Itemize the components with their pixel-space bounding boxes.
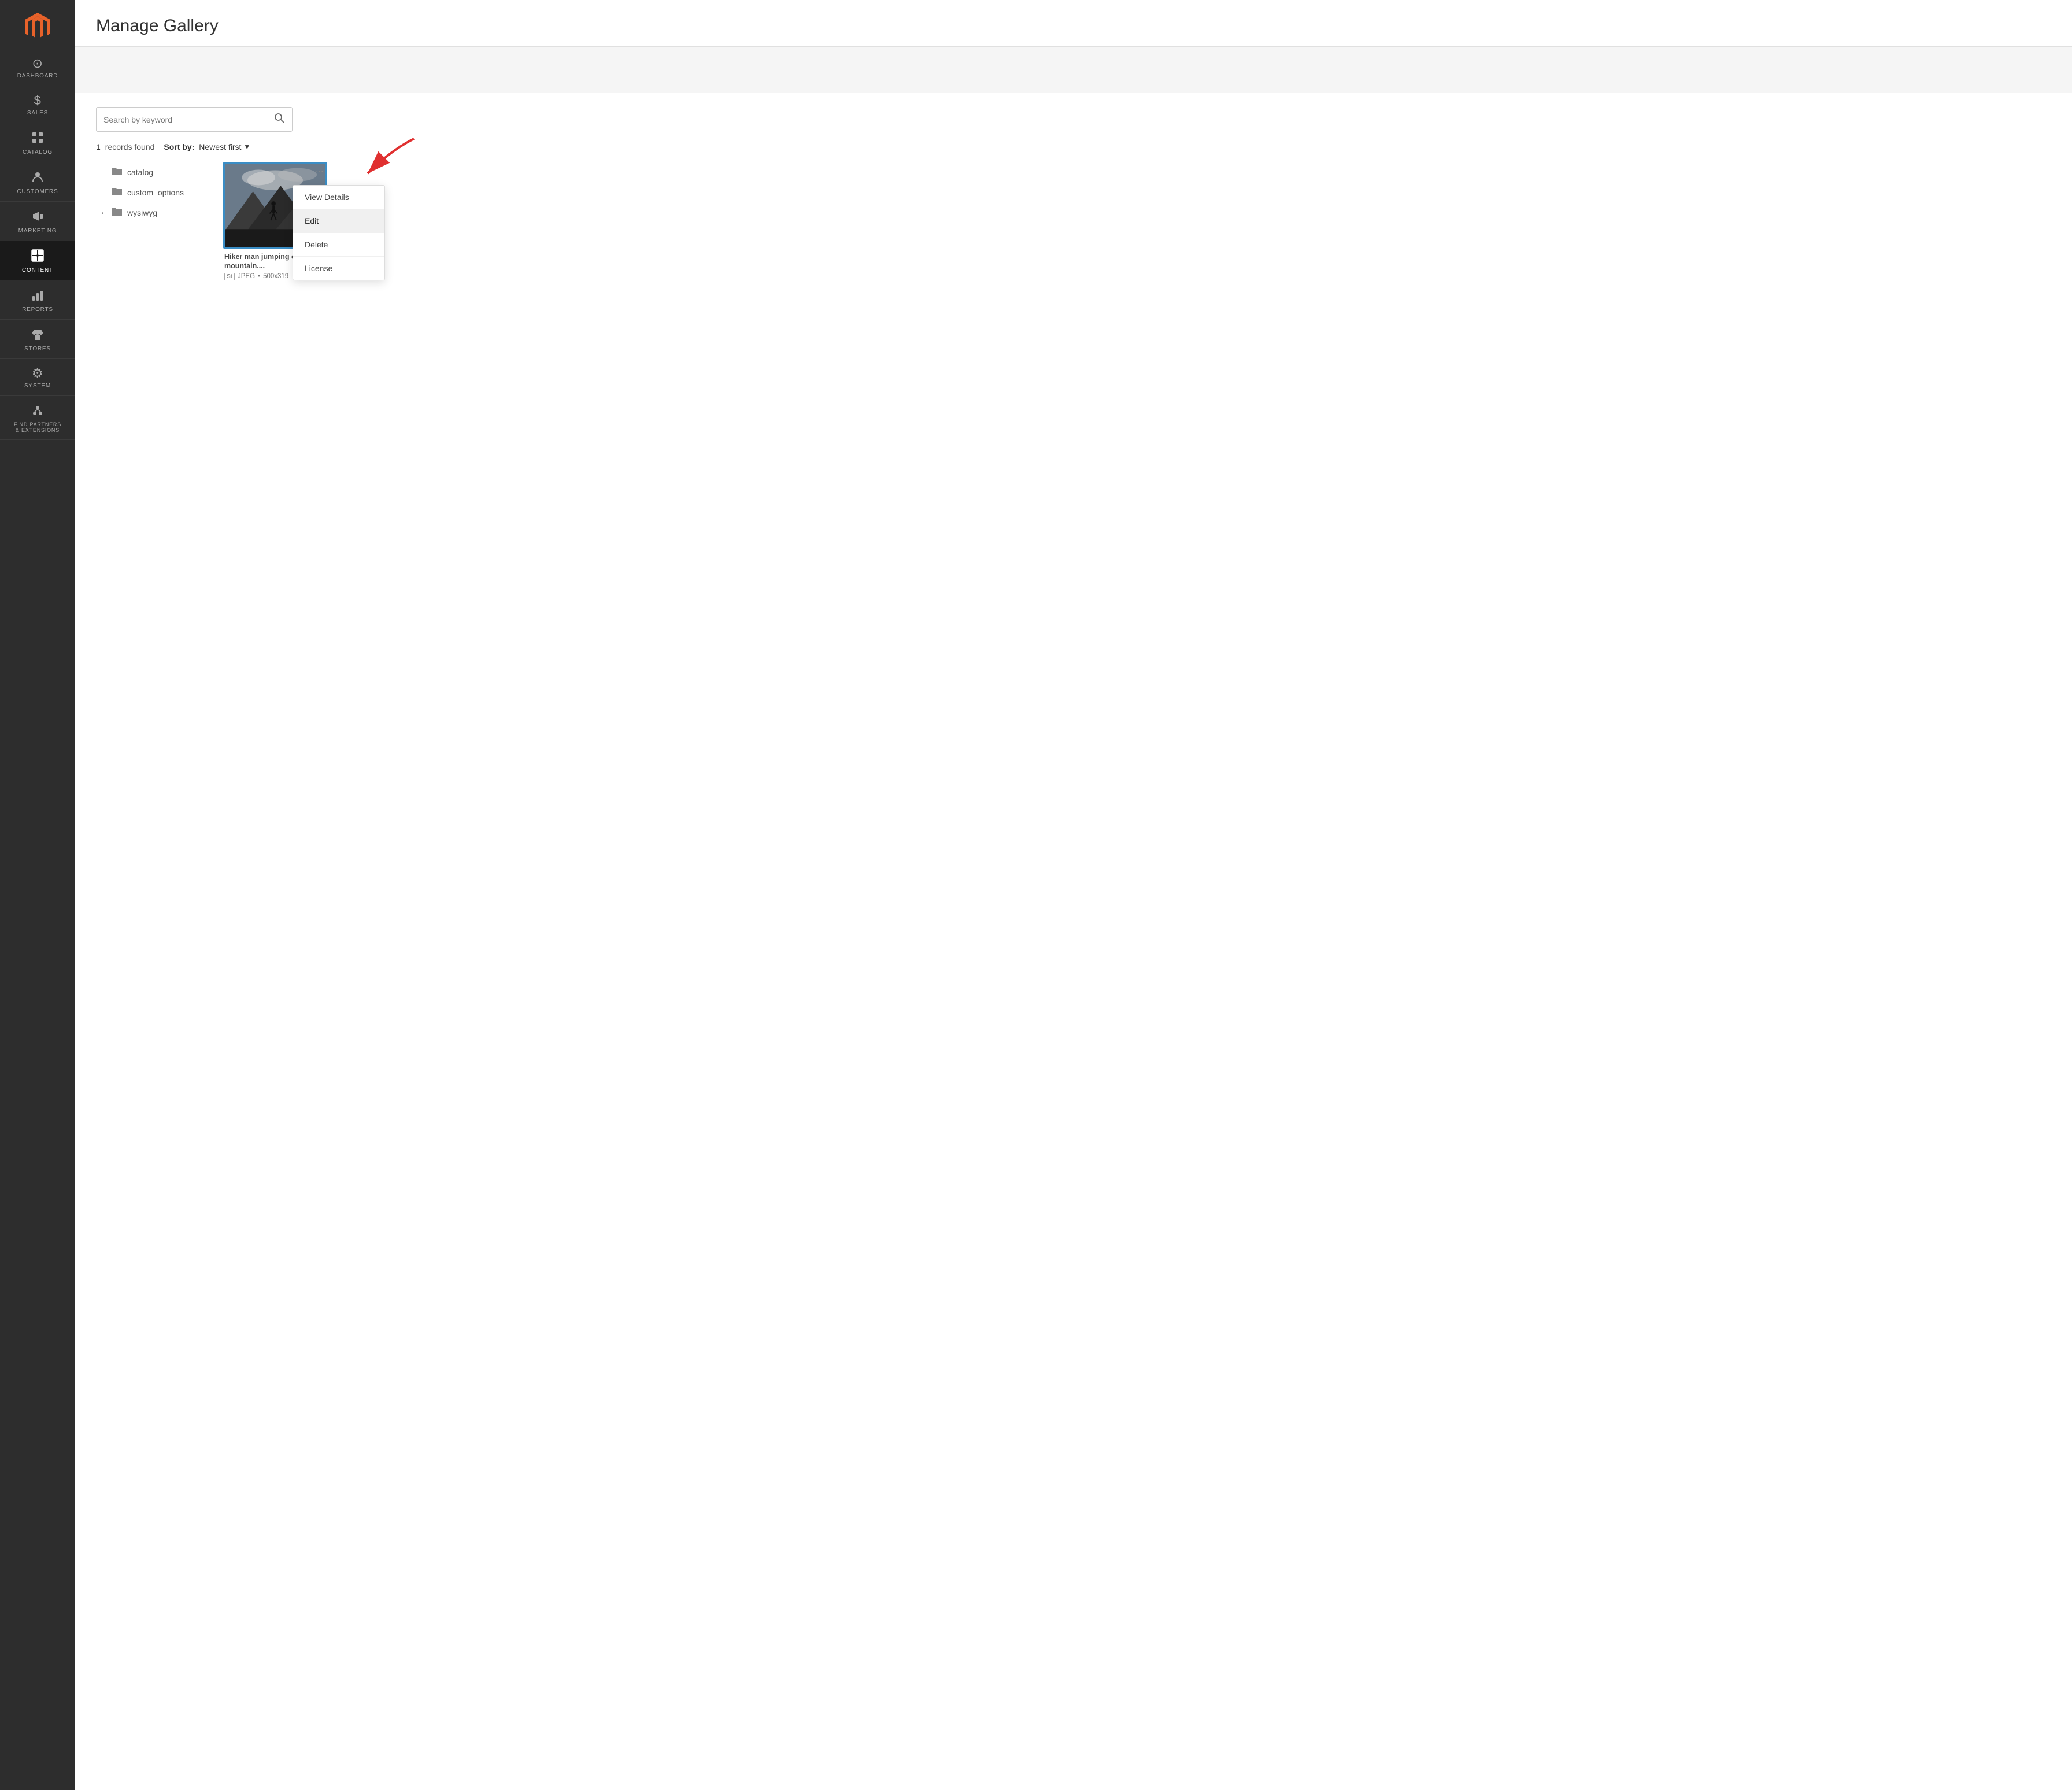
sort-select[interactable]: Newest first ▼	[199, 142, 250, 151]
context-menu-item-edit[interactable]: Edit	[293, 209, 384, 233]
records-info: 1 records found Sort by: Newest first ▼	[96, 142, 2051, 151]
folder-name-custom-options: custom_options	[127, 188, 184, 197]
sidebar-label-content: CONTENT	[22, 267, 53, 274]
content-area: 1 records found Sort by: Newest first ▼	[75, 93, 2072, 1790]
folder-name-catalog: catalog	[127, 168, 153, 177]
sidebar-label-stores: STORES	[24, 346, 51, 353]
context-menu-item-license[interactable]: License	[293, 257, 384, 280]
sidebar-item-sales[interactable]: $ SALES	[0, 86, 75, 123]
sidebar-label-reports: REPORTS	[22, 306, 53, 313]
image-dot: •	[258, 273, 260, 280]
sidebar-label-sales: SALES	[27, 110, 48, 117]
search-bar-container	[96, 107, 2051, 132]
sort-arrow-icon: ▼	[243, 143, 250, 151]
search-input[interactable]	[103, 115, 269, 124]
folder-expand-wysiwyg: ›	[98, 209, 106, 217]
records-count: 1	[96, 142, 101, 151]
main-content: Manage Gallery 1 records found Sort by:	[75, 0, 2072, 1790]
sidebar-label-customers: CUSTOMERS	[17, 188, 58, 195]
logo-container	[0, 0, 75, 49]
sidebar-item-dashboard[interactable]: ⊙ DASHBOARD	[0, 49, 75, 86]
image-dimensions: 500x319	[263, 273, 288, 280]
marketing-icon	[31, 210, 44, 225]
context-menu-item-delete[interactable]: Delete	[293, 233, 384, 257]
context-menu-item-view-details[interactable]: View Details	[293, 186, 384, 209]
content-icon	[31, 249, 44, 264]
context-menu: View Details Edit Delete License	[293, 185, 385, 280]
sidebar-label-partners: FIND PARTNERS& EXTENSIONS	[14, 422, 61, 434]
toolbar-area	[75, 47, 2072, 93]
sidebar-item-stores[interactable]: STORES	[0, 320, 75, 359]
folder-icon-catalog	[111, 165, 123, 179]
sidebar-label-dashboard: DASHBOARD	[17, 73, 58, 80]
sidebar-item-system[interactable]: ⚙ SYSTEM	[0, 359, 75, 396]
reports-icon	[31, 289, 44, 304]
records-label: records found	[105, 142, 155, 151]
system-icon: ⚙	[32, 367, 43, 380]
stock-badge: St	[224, 273, 235, 280]
folder-item-wysiwyg[interactable]: › wysiwyg	[96, 202, 212, 223]
image-card-area: Hiker man jumping over the mountain.... …	[223, 162, 327, 282]
stores-icon	[31, 328, 44, 343]
folder-name-wysiwyg: wysiwyg	[127, 208, 157, 217]
page-title: Manage Gallery	[96, 16, 2051, 36]
sort-label: Sort by:	[164, 142, 194, 151]
image-format: JPEG	[238, 273, 255, 280]
sidebar-item-marketing[interactable]: MARKETING	[0, 202, 75, 241]
image-grid: Hiker man jumping over the mountain.... …	[223, 162, 2051, 282]
sidebar-label-marketing: MARKETING	[18, 228, 57, 235]
folder-expand-catalog	[98, 168, 106, 176]
sidebar-item-catalog[interactable]: CATALOG	[0, 123, 75, 162]
sort-value: Newest first	[199, 142, 241, 151]
folder-item-catalog[interactable]: catalog	[96, 162, 212, 182]
sales-icon: $	[34, 94, 42, 107]
search-button[interactable]	[269, 112, 285, 127]
catalog-icon	[31, 131, 44, 146]
search-icon	[273, 112, 285, 124]
folder-item-custom-options[interactable]: custom_options	[96, 182, 212, 202]
sidebar: ⊙ DASHBOARD $ SALES CATALOG CUSTOMERS	[0, 0, 75, 1790]
sidebar-item-reports[interactable]: REPORTS	[0, 280, 75, 320]
search-bar	[96, 107, 293, 132]
sidebar-item-customers[interactable]: CUSTOMERS	[0, 162, 75, 202]
folder-icon-wysiwyg	[111, 206, 123, 219]
folder-tree: catalog custom_options ›	[96, 162, 223, 282]
gallery-layout: catalog custom_options ›	[96, 162, 2051, 282]
sidebar-label-system: SYSTEM	[24, 383, 51, 390]
folder-expand-custom	[98, 188, 106, 197]
customers-icon	[31, 171, 44, 186]
sidebar-item-partners[interactable]: FIND PARTNERS& EXTENSIONS	[0, 396, 75, 440]
folder-icon-custom	[111, 186, 123, 199]
page-header: Manage Gallery	[75, 0, 2072, 47]
magento-logo-icon	[23, 10, 53, 40]
sidebar-label-catalog: CATALOG	[23, 149, 53, 156]
sidebar-item-content[interactable]: CONTENT	[0, 241, 75, 280]
dashboard-icon: ⊙	[32, 57, 43, 70]
image-card-menu-button[interactable]: ···	[314, 167, 324, 177]
partners-icon	[31, 404, 44, 419]
